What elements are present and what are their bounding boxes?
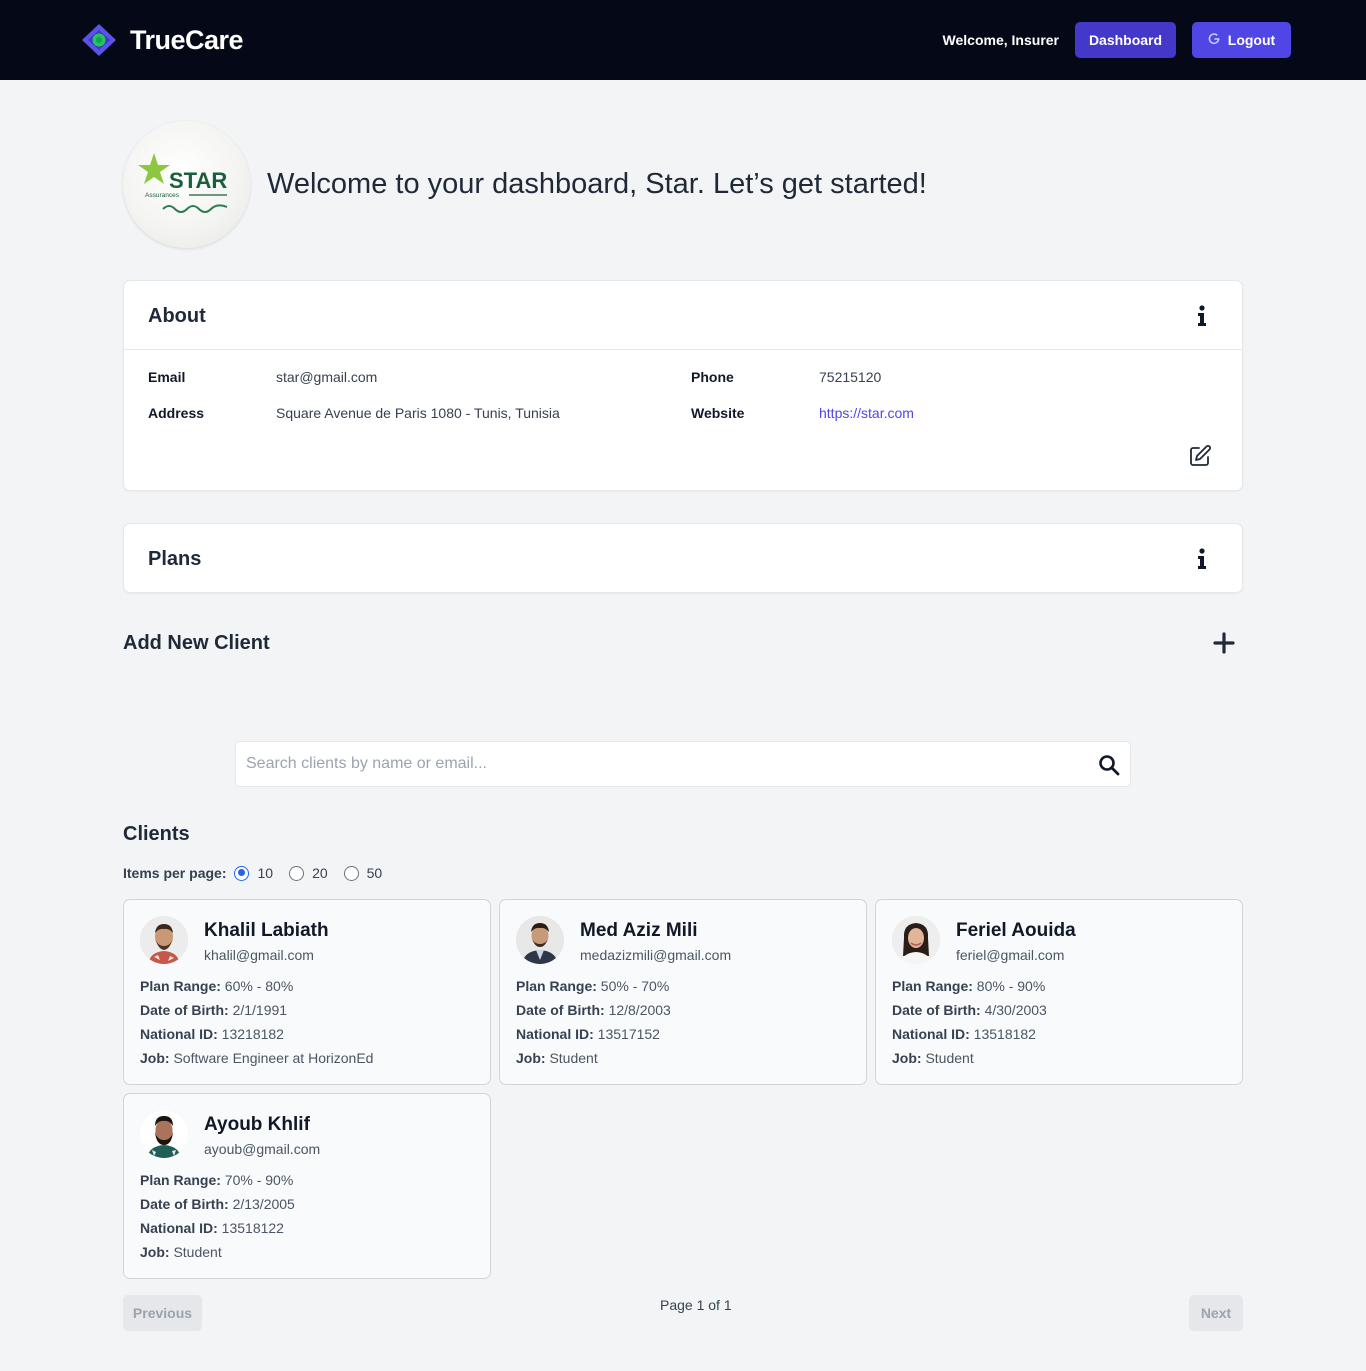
client-national-id: National ID: 13518122 (140, 1220, 284, 1236)
client-email: feriel@gmail.com (956, 947, 1065, 963)
edit-icon[interactable] (1188, 444, 1212, 468)
add-client-title: Add New Client (123, 632, 270, 654)
client-search-box (235, 741, 1131, 787)
page-title: Welcome to your dashboard, Star. Let’s g… (267, 168, 927, 200)
add-client-plus-icon[interactable] (1213, 632, 1235, 654)
client-email: ayoub@gmail.com (204, 1141, 321, 1157)
plans-card[interactable]: Plans (123, 523, 1243, 593)
client-avatar (892, 916, 940, 964)
client-card[interactable]: Feriel Aouida feriel@gmail.com Plan Rang… (875, 899, 1243, 1085)
brand[interactable]: TrueCare (80, 22, 244, 58)
client-job: Job: Student (516, 1050, 598, 1066)
client-national-id: National ID: 13218182 (140, 1026, 284, 1042)
logout-label: Logout (1227, 32, 1276, 48)
address-value: Square Avenue de Paris 1080 - Tunis, Tun… (276, 405, 560, 421)
client-name: Ayoub Khlif (204, 1114, 310, 1135)
info-icon[interactable] (1195, 548, 1209, 570)
client-email: khalil@gmail.com (204, 947, 314, 963)
client-search-input[interactable] (236, 742, 1086, 786)
info-icon[interactable] (1195, 305, 1209, 327)
next-page-button[interactable]: Next (1189, 1295, 1243, 1331)
client-email: medazizmili@gmail.com (580, 947, 732, 963)
email-value: star@gmail.com (276, 369, 378, 385)
client-card[interactable]: Ayoub Khlif ayoub@gmail.com Plan Range: … (123, 1093, 491, 1279)
client-national-id: National ID: 13517152 (516, 1026, 660, 1042)
plans-title: Plans (148, 548, 202, 570)
dashboard-button[interactable]: Dashboard (1075, 22, 1176, 58)
client-name: Feriel Aouida (956, 920, 1076, 941)
insurer-avatar: STAR Assurances (123, 121, 250, 248)
previous-page-button[interactable]: Previous (123, 1295, 202, 1331)
logout-button[interactable]: Logout (1192, 22, 1291, 58)
svg-text:Assurances: Assurances (145, 192, 180, 199)
address-label: Address (148, 405, 205, 421)
svg-text:STAR: STAR (169, 168, 227, 193)
about-card-header: About (124, 281, 1242, 350)
page-indicator: Page 1 of 1 (660, 1297, 732, 1313)
client-plan-range: Plan Range: 80% - 90% (892, 978, 1046, 994)
brand-name: TrueCare (130, 24, 244, 55)
top-navbar: TrueCare Welcome, Insurer Dashboard Logo… (0, 0, 1366, 80)
phone-value: 75215120 (819, 369, 882, 385)
client-avatar (140, 1110, 188, 1158)
client-avatar (516, 916, 564, 964)
client-avatar (140, 916, 188, 964)
radio-10[interactable] (234, 865, 250, 881)
client-plan-range: Plan Range: 70% - 90% (140, 1172, 294, 1188)
client-job: Job: Software Engineer at HorizonEd (140, 1050, 374, 1066)
website-label: Website (691, 405, 745, 421)
per-page-option-10[interactable]: 10 (234, 865, 273, 881)
about-title: About (148, 305, 206, 327)
items-per-page: Items per page: 10 20 50 (123, 863, 398, 883)
email-label: Email (148, 369, 186, 385)
client-dob: Date of Birth: 2/13/2005 (140, 1196, 295, 1212)
truecare-logo-icon (80, 22, 118, 58)
radio-50[interactable] (343, 865, 359, 881)
client-name: Khalil Labiath (204, 920, 329, 941)
clients-title: Clients (123, 823, 190, 845)
client-national-id: National ID: 13518182 (892, 1026, 1036, 1042)
website-link[interactable]: https://star.com (819, 405, 914, 421)
client-plan-range: Plan Range: 60% - 80% (140, 978, 294, 994)
client-dob: Date of Birth: 4/30/2003 (892, 1002, 1047, 1018)
phone-label: Phone (691, 369, 734, 385)
client-card[interactable]: Med Aziz Mili medazizmili@gmail.com Plan… (499, 899, 867, 1085)
welcome-text: Welcome, Insurer (942, 32, 1059, 48)
per-page-option-20[interactable]: 20 (289, 865, 328, 881)
client-plan-range: Plan Range: 50% - 70% (516, 978, 670, 994)
client-card[interactable]: Khalil Labiath khalil@gmail.com Plan Ran… (123, 899, 491, 1085)
client-job: Job: Student (892, 1050, 974, 1066)
search-icon[interactable] (1098, 754, 1120, 776)
per-page-option-50[interactable]: 50 (343, 865, 382, 881)
client-name: Med Aziz Mili (580, 920, 698, 941)
client-dob: Date of Birth: 12/8/2003 (516, 1002, 671, 1018)
logout-icon (1208, 32, 1221, 48)
star-assurances-logo-icon: STAR Assurances (138, 153, 228, 213)
about-card: About Email star@gmail.com Address Squar… (123, 280, 1243, 491)
radio-20[interactable] (289, 865, 305, 881)
client-dob: Date of Birth: 2/1/1991 (140, 1002, 288, 1018)
client-job: Job: Student (140, 1244, 222, 1260)
items-per-page-label: Items per page: (123, 865, 227, 881)
